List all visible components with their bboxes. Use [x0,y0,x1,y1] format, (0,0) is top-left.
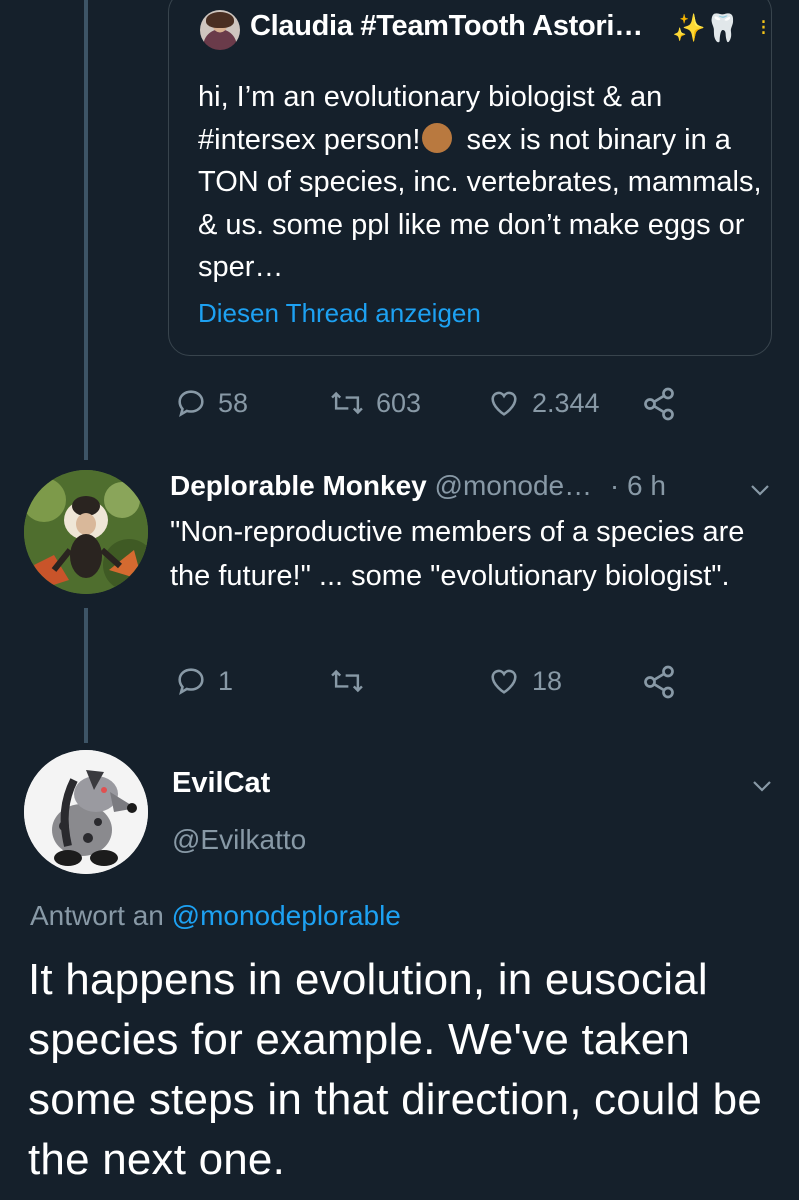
waving-hand-emoji [422,122,453,153]
retweet-button[interactable]: 603 [328,386,421,420]
like-count: 2.344 [532,388,600,418]
chevron-down-icon[interactable] [750,776,774,796]
reply-tweet-text: "Non-reproductive members of a species a… [170,516,745,592]
reply-tweet-reply-count: 1 [218,666,234,696]
reply-tweet-reply-button[interactable]: 1 [174,664,233,698]
retweet-icon [331,391,363,415]
reply-icon [178,668,204,695]
reply-tweet-share-button[interactable] [640,664,688,700]
like-icon [491,669,517,694]
thread-connector-middle [84,608,88,743]
reply-time: · 6 h [609,470,666,501]
quoted-name-overflow: ⁝ [760,15,767,40]
share-icon [644,665,674,699]
monkey-avatar[interactable] [24,470,148,594]
reply-count: 58 [218,388,249,418]
reply-icon [178,390,204,417]
focused-author-name[interactable]: EvilCat [172,767,270,800]
focused-author-handle[interactable]: @Evilkatto [172,824,306,856]
like-icon [491,391,517,416]
retweet-icon [331,669,363,693]
focused-tweet-text: It happens in evolution, in eusocial spe… [28,955,763,1184]
reply-to-line: Antwort an @monodeplorable [30,900,401,932]
reply-author-handle[interactable]: @monode… [435,470,593,501]
share-button[interactable] [640,386,688,422]
hyena-avatar[interactable] [24,750,148,874]
reply-tweet-like-count: 18 [532,666,563,696]
chevron-down-icon[interactable] [748,480,772,500]
reply-to-handle-link[interactable]: @monodeplorable [172,900,401,931]
reply-tweet-like-button[interactable]: 18 [486,664,562,698]
quoted-author-avatar[interactable] [200,10,240,50]
like-button[interactable]: 2.344 [486,386,600,420]
share-icon [644,387,674,421]
reply-to-prefix: Antwort an [30,900,164,931]
reply-tweet-header: Deplorable Monkey @monode… · 6 h [170,470,666,502]
retweet-count: 603 [376,388,422,418]
quoted-author-name[interactable]: Claudia #TeamTooth Astori… [250,10,643,43]
reply-author-name[interactable]: Deplorable Monkey [170,470,427,501]
quoted-tweet-text: hi, I’m an evolutionary biologist & an #… [198,76,768,289]
thread-connector-top [84,0,88,460]
sparkles-tooth-emoji: ✨🦷 [672,13,740,43]
reply-button[interactable]: 58 [174,386,248,420]
show-thread-link[interactable]: Diesen Thread anzeigen [198,298,481,329]
reply-tweet-retweet-button[interactable] [328,664,376,698]
